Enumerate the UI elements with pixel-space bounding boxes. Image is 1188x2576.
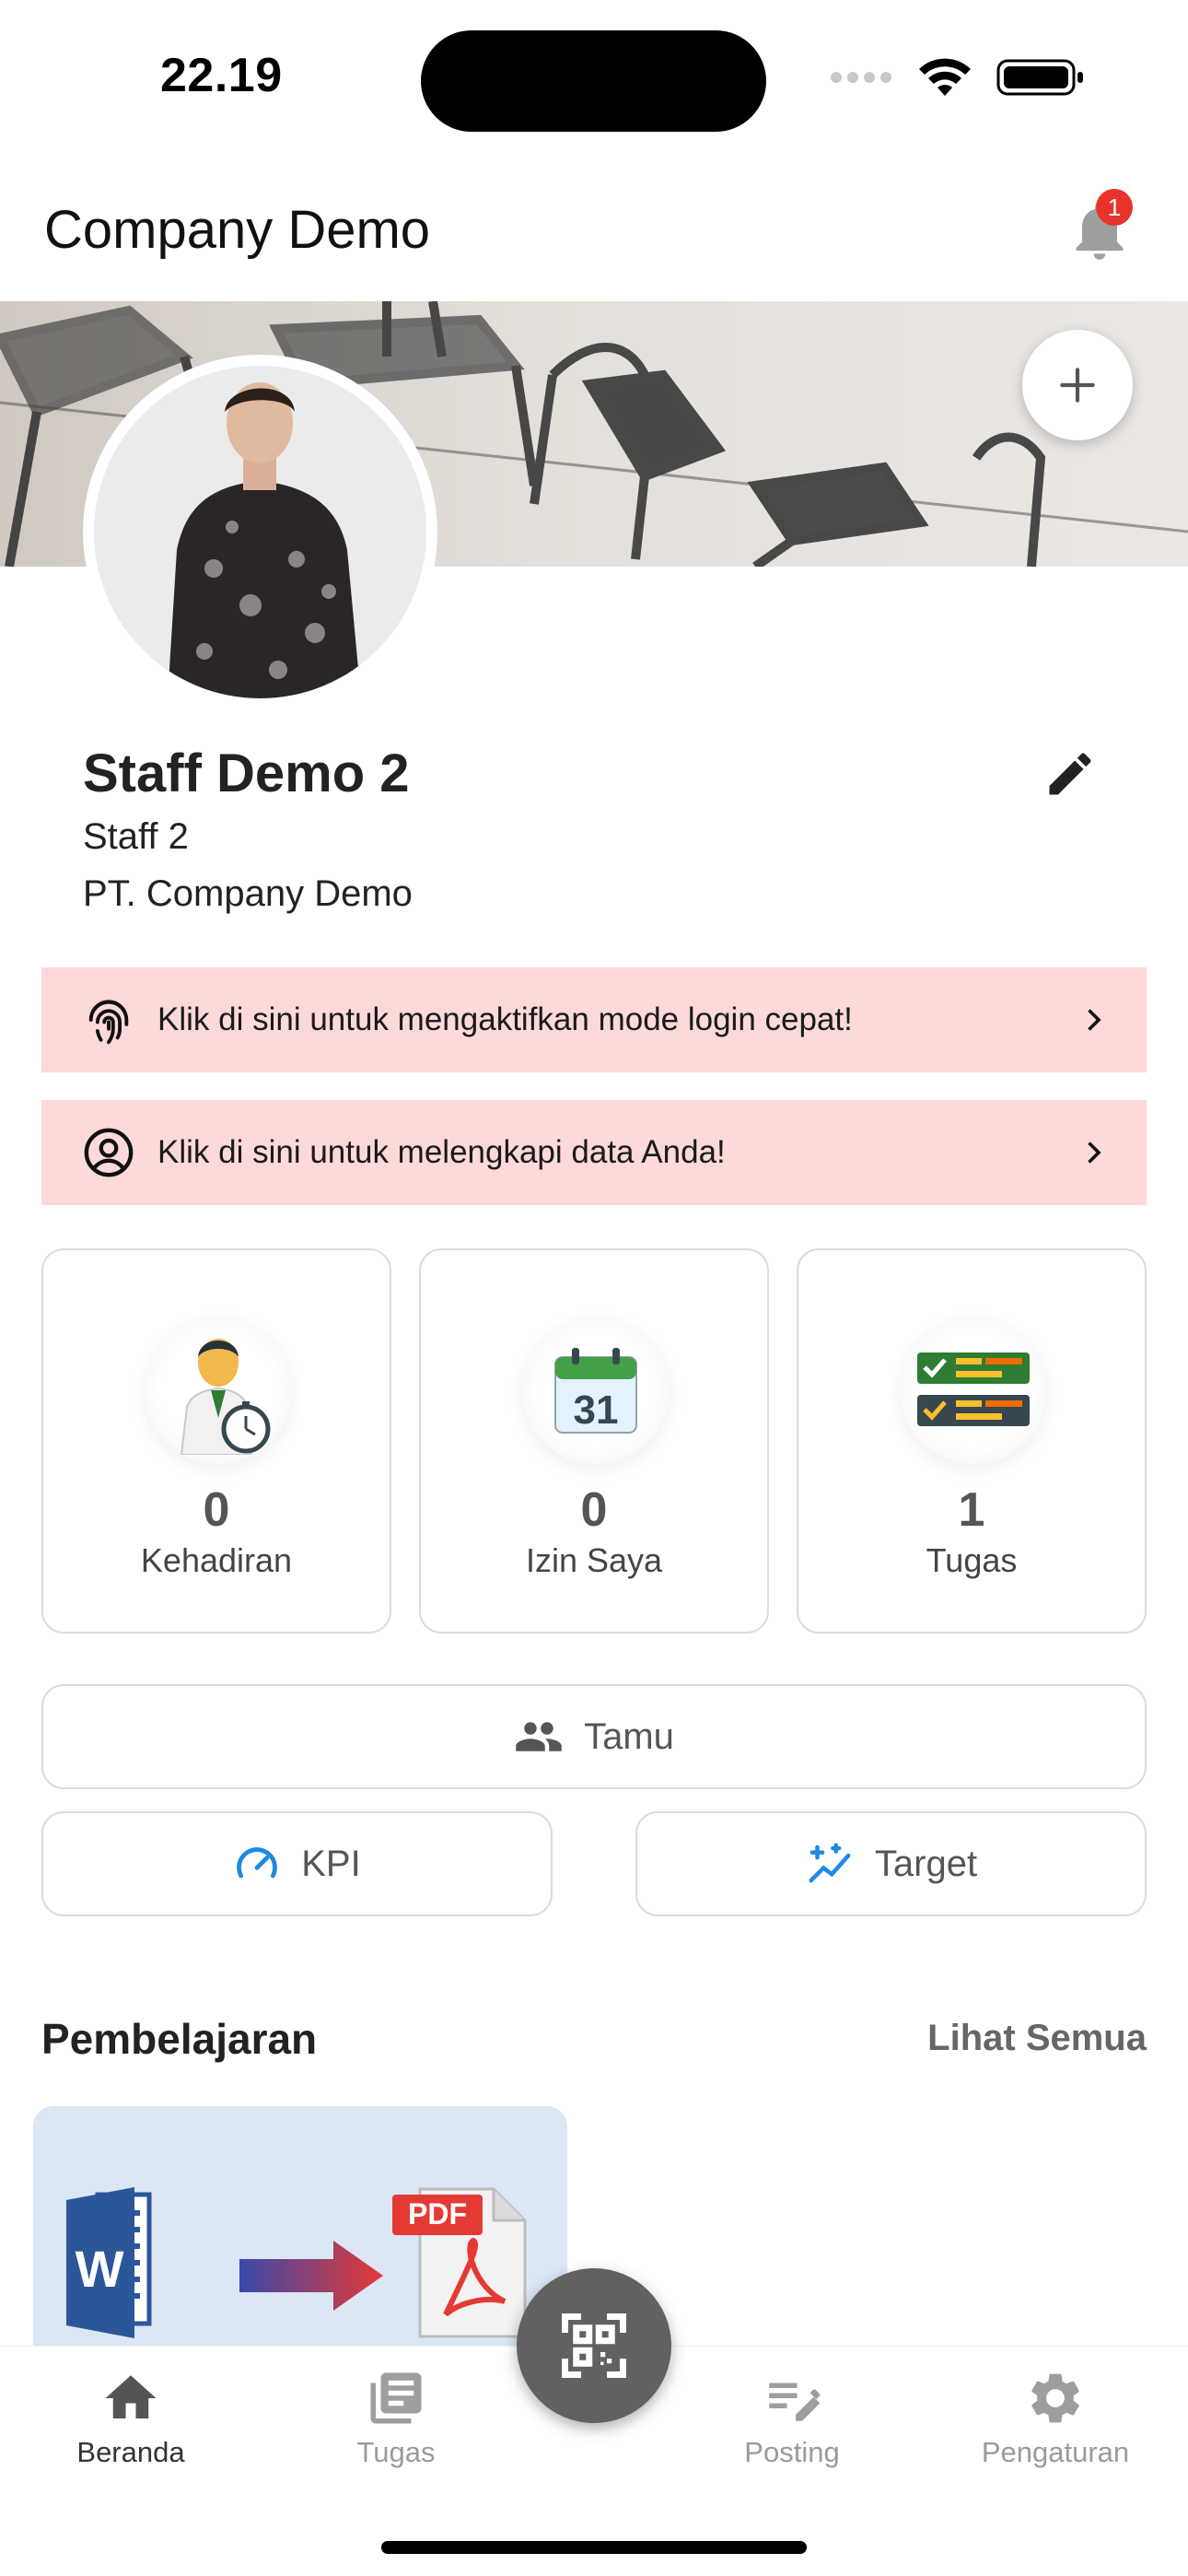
complete-data-alert[interactable]: Klik di sini untuk melengkapi data Anda! — [41, 1100, 1147, 1205]
attendance-label: Kehadiran — [140, 1541, 293, 1579]
tasks-count: 1 — [958, 1483, 985, 1537]
edit-icon[interactable] — [1042, 746, 1098, 802]
home-indicator — [381, 2541, 807, 2554]
profile-role: Staff 2 — [83, 816, 189, 857]
leave-count: 0 — [580, 1483, 608, 1537]
alert-text: Klik di sini untuk melengkapi data Anda! — [157, 1134, 726, 1170]
fingerprint-icon — [88, 1000, 129, 1045]
nav-posting-label: Posting — [744, 2436, 840, 2468]
posting-icon — [769, 2383, 821, 2421]
see-all-link[interactable]: Lihat Semua — [927, 2018, 1147, 2059]
word-letter: W — [76, 2240, 124, 2298]
tasks-label: Tugas — [926, 1541, 1018, 1579]
status-time: 22.19 — [160, 49, 283, 102]
guest-label: Tamu — [584, 1715, 674, 1757]
account-circle-icon — [84, 1128, 134, 1177]
plus-icon — [1060, 368, 1095, 403]
leave-label: Izin Saya — [525, 1541, 663, 1579]
tasks-card[interactable]: 1 Tugas — [797, 1248, 1147, 1633]
nav-settings-label: Pengaturan — [981, 2436, 1130, 2468]
profile-company: PT. Company Demo — [83, 873, 413, 914]
pdf-badge: PDF — [408, 2197, 467, 2231]
task-list-icon — [917, 1352, 1030, 1426]
nav-tasks[interactable]: Tugas — [285, 2368, 507, 2469]
add-button[interactable] — [1022, 330, 1133, 440]
calendar-icon: 31 — [554, 1348, 637, 1434]
nav-home[interactable]: Beranda — [20, 2368, 241, 2469]
profile-name: Staff Demo 2 — [83, 744, 410, 803]
alert-text: Klik di sini untuk mengaktifkan mode log… — [157, 1001, 853, 1037]
signal-icon — [831, 72, 891, 83]
notification-badge: 1 — [1096, 189, 1133, 226]
attendance-count: 0 — [203, 1483, 230, 1537]
qr-code-icon — [562, 2313, 626, 2378]
speedometer-icon — [237, 1847, 278, 1879]
trend-sparkle-icon — [809, 1843, 851, 1883]
wifi-icon — [919, 58, 971, 96]
chevron-right-icon — [1088, 1009, 1101, 1031]
nav-settings[interactable]: Pengaturan — [945, 2368, 1166, 2469]
quick-login-alert[interactable]: Klik di sini untuk mengaktifkan mode log… — [41, 967, 1147, 1072]
attendance-icon — [180, 1339, 271, 1455]
target-label: Target — [874, 1843, 978, 1884]
people-icon — [516, 1722, 562, 1751]
person-photo — [168, 382, 361, 698]
home-icon — [105, 2375, 157, 2418]
guest-button[interactable]: Tamu — [41, 1684, 1147, 1789]
chevron-right-icon — [1088, 1142, 1101, 1164]
nav-home-label: Beranda — [76, 2436, 185, 2468]
kpi-button[interactable]: KPI — [41, 1811, 553, 1916]
learning-card[interactable]: W PDF — [33, 2106, 567, 2346]
settings-icon — [1031, 2373, 1079, 2423]
word-to-pdf-thumbnail: W PDF — [66, 2187, 527, 2338]
nav-tasks-label: Tugas — [356, 2436, 436, 2468]
status-icons — [829, 57, 1085, 98]
qr-scan-button[interactable] — [517, 2268, 671, 2423]
avatar[interactable] — [83, 355, 437, 709]
page-title: Company Demo — [44, 200, 431, 260]
calendar-day-text: 31 — [574, 1388, 619, 1433]
tasks-icon — [370, 2372, 422, 2424]
kpi-label: KPI — [301, 1843, 361, 1884]
nav-posting[interactable]: Posting — [681, 2368, 903, 2469]
battery-icon — [996, 59, 1083, 96]
attendance-card[interactable]: 0 Kehadiran — [41, 1248, 391, 1633]
dynamic-island — [421, 30, 766, 132]
target-button[interactable]: Target — [635, 1811, 1147, 1916]
learning-section-title: Pembelajaran — [41, 2015, 318, 2063]
leave-card[interactable]: 31 0 Izin Saya — [419, 1248, 769, 1633]
